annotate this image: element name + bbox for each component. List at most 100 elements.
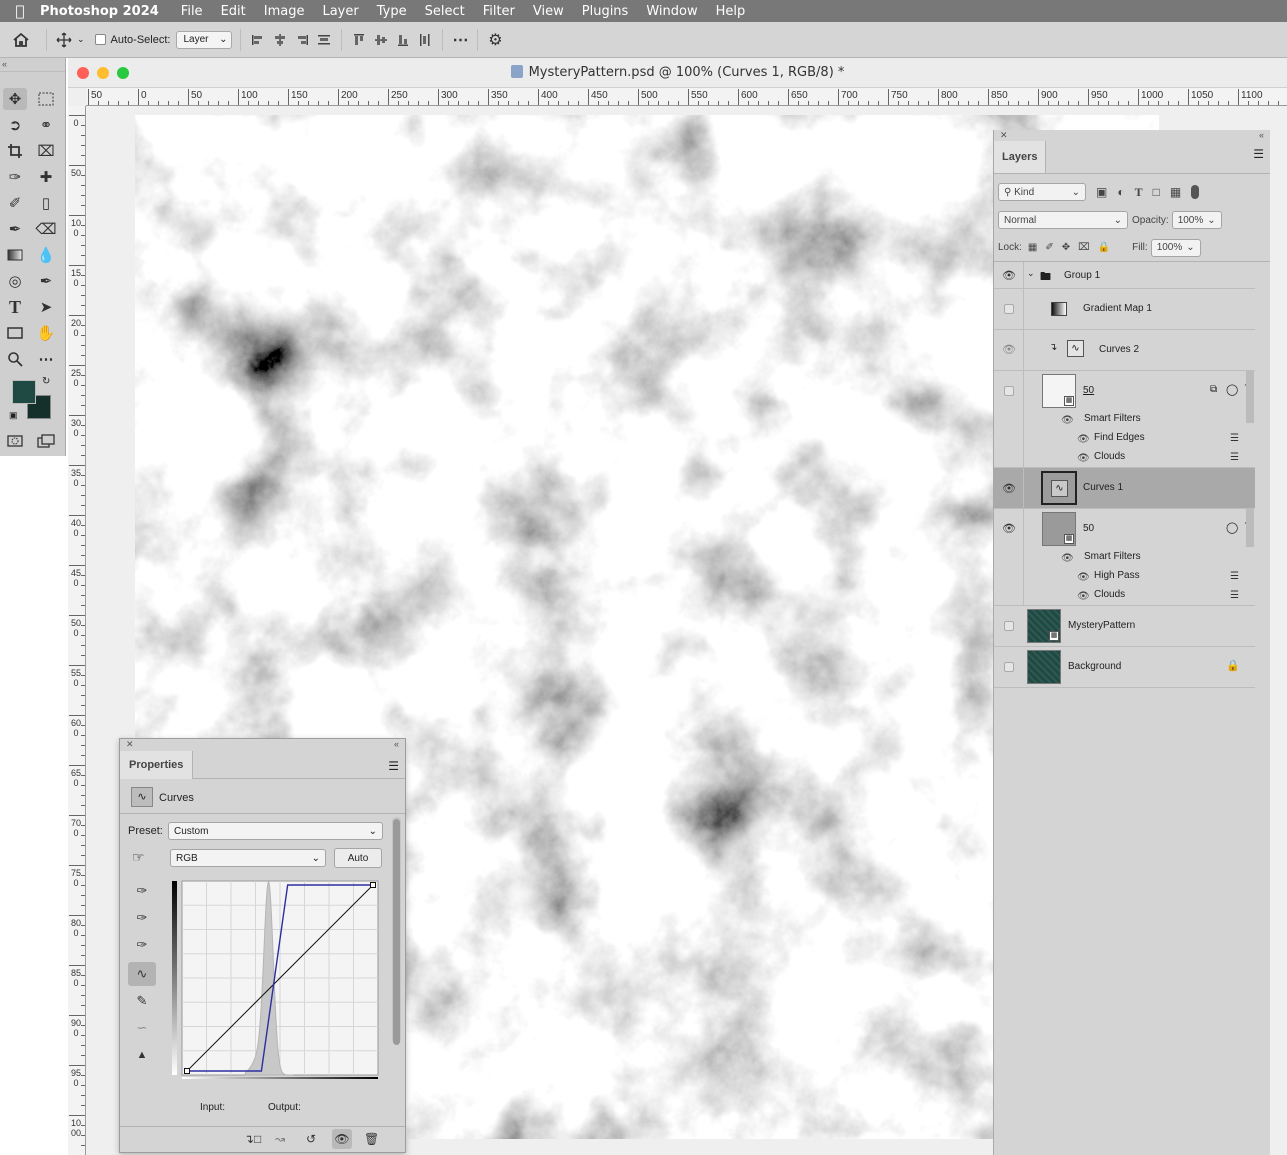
move-tool-icon[interactable]: ✥ — [3, 88, 27, 110]
vertical-ruler[interactable]: 0 50 100 150 200 250 300 350 400 450 500 550 600 650 7… — [68, 106, 86, 1155]
eye-icon[interactable]: 👁 — [332, 1129, 352, 1149]
crop-tool-icon[interactable] — [3, 140, 27, 162]
menu-layer[interactable]: Layer — [322, 4, 358, 19]
tab-layers[interactable]: Layers — [994, 141, 1047, 173]
swap-colors-icon[interactable]: ↻ — [42, 376, 50, 387]
distribute-v-icon[interactable] — [414, 29, 436, 51]
eye-icon[interactable]: 👁 — [1077, 591, 1090, 602]
blur-tool-icon[interactable]: 💧 — [34, 244, 58, 266]
default-colors-icon[interactable]: ▣ — [9, 410, 18, 421]
sliders-icon[interactable]: ☰ — [1230, 452, 1239, 463]
marquee-tool-icon[interactable] — [34, 88, 58, 110]
layer-gradient-map[interactable]: Gradient Map 1 — [994, 289, 1255, 330]
menu-file[interactable]: File — [181, 4, 203, 19]
sliders-icon[interactable]: ☰ — [1230, 433, 1239, 444]
menu-edit[interactable]: Edit — [221, 4, 246, 19]
eye-icon[interactable]: 👁 — [1001, 269, 1017, 282]
apple-icon[interactable]:  — [0, 2, 40, 20]
chevron-down-icon[interactable]: ⌄ — [1027, 268, 1035, 279]
menu-window[interactable]: Window — [646, 4, 697, 19]
brush-tool-icon[interactable]: ✐ — [3, 192, 27, 214]
type-filter-icon[interactable]: T — [1135, 185, 1143, 200]
frame-tool-icon[interactable]: ⌧ — [34, 140, 58, 162]
panel-menu-icon[interactable]: ☰ — [1253, 147, 1270, 173]
more-tools-icon[interactable]: ⋯ — [34, 348, 58, 370]
align-top-icon[interactable] — [348, 29, 370, 51]
panel-scrollbar[interactable] — [392, 817, 401, 1045]
opacity-field[interactable]: 100% ⌄ — [1171, 211, 1222, 229]
lasso-tool-icon[interactable]: ➲ — [3, 114, 27, 136]
menu-view[interactable]: View — [533, 4, 564, 19]
quick-selection-icon[interactable]: ⚭ — [34, 114, 58, 136]
menu-plugins[interactable]: Plugins — [582, 4, 629, 19]
healing-brush-icon[interactable]: ✚ — [34, 166, 58, 188]
close-panel-icon[interactable]: ✕ — [126, 739, 134, 751]
layer-smart-object-2[interactable]: 👁 ▦ 50 ◯ ⌃ 👁 Smart Filters 👁 High Pass ☰… — [994, 509, 1255, 606]
eye-icon[interactable]: 👁 — [1077, 434, 1090, 445]
menu-select[interactable]: Select — [425, 4, 465, 19]
hand-tool-icon[interactable]: ✋ — [34, 322, 58, 344]
app-name-menu[interactable]: Photoshop 2024 — [40, 4, 159, 19]
smooth-curve-icon[interactable]: ∽ — [128, 1016, 156, 1040]
panel-menu-icon[interactable]: ☰ — [388, 751, 405, 778]
path-selection-icon[interactable]: ➤ — [34, 296, 58, 318]
layer-curves-1-selected[interactable]: 👁 ∿ Curves 1 — [994, 468, 1255, 509]
align-middle-v-icon[interactable] — [370, 29, 392, 51]
adjustment-filter-icon[interactable]: ◐ — [1117, 185, 1124, 199]
panel-collapse-icon[interactable]: « — [0, 58, 65, 72]
gear-icon[interactable]: ⚙ — [484, 29, 506, 51]
sliders-icon[interactable]: ☰ — [1230, 571, 1239, 582]
pencil-draw-icon[interactable]: ✎ — [128, 989, 156, 1013]
align-bottom-icon[interactable] — [392, 29, 414, 51]
dodge-tool-icon[interactable]: ◎ — [3, 270, 27, 292]
lock-artboard-icon[interactable]: ⌧ — [1078, 242, 1090, 253]
history-brush-icon[interactable]: ✒ — [3, 218, 27, 240]
layer-background[interactable]: Background 🔒 — [994, 647, 1255, 688]
align-center-h-icon[interactable] — [269, 29, 291, 51]
menu-image[interactable]: Image — [264, 4, 305, 19]
menu-type[interactable]: Type — [377, 4, 407, 19]
collapse-panel-icon[interactable]: « — [1259, 130, 1264, 142]
blend-mode-dropdown[interactable]: Normal ⌄ — [998, 211, 1128, 229]
white-point-eyedropper-icon[interactable]: ✑ — [128, 933, 156, 957]
eye-icon[interactable]: 👁 — [1001, 522, 1017, 535]
eraser-tool-icon[interactable]: ⌫ — [34, 218, 58, 240]
black-point-eyedropper-icon[interactable]: ✑ — [128, 879, 156, 903]
auto-select-checkbox[interactable] — [94, 34, 106, 45]
lock-transparent-icon[interactable]: ▦ — [1028, 242, 1037, 253]
foreground-color-swatch[interactable] — [12, 380, 36, 404]
layer-mystery-pattern[interactable]: ▦ MysteryPattern — [994, 606, 1255, 647]
lock-all-icon[interactable]: 🔒 — [1098, 242, 1110, 253]
layer-curves-2[interactable]: 👁 ↴ ∿ Curves 2 — [994, 330, 1255, 371]
collapse-panel-icon[interactable]: « — [394, 739, 399, 751]
horizontal-ruler[interactable]: 50 0 50 100 150 200 250 300 350 400 450 500 550 600 65… — [86, 88, 1287, 106]
distribute-icon[interactable] — [313, 29, 335, 51]
sliders-icon[interactable]: ☰ — [1230, 590, 1239, 601]
more-options-icon[interactable]: ⋯ — [449, 29, 471, 51]
move-tool-icon[interactable] — [53, 29, 75, 51]
eye-icon[interactable]: 👁 — [1061, 415, 1074, 426]
screen-mode-icon[interactable] — [34, 430, 58, 452]
auto-button[interactable]: Auto — [334, 848, 382, 868]
eye-icon[interactable]: 👁 — [1001, 482, 1017, 495]
gradient-tool-icon[interactable] — [3, 244, 27, 266]
visibility-toggle[interactable] — [1004, 304, 1014, 314]
eye-icon[interactable]: 👁 — [1077, 572, 1090, 583]
layer-smart-object-1[interactable]: ▦ 50 ⧉ ◯ ⌃ 👁 Smart Filters 👁 Find Edges … — [994, 371, 1255, 468]
eyedropper-tool-icon[interactable]: ✑ — [3, 166, 27, 188]
eye-icon[interactable]: 👁 — [1061, 553, 1074, 564]
align-right-icon[interactable] — [291, 29, 313, 51]
align-left-icon[interactable] — [247, 29, 269, 51]
eye-icon[interactable]: 👁 — [1077, 453, 1090, 464]
pixel-filter-icon[interactable]: ▣ — [1096, 185, 1107, 199]
type-tool-icon[interactable]: T — [3, 296, 27, 318]
filter-toggle-switch[interactable] — [1191, 185, 1200, 199]
lock-pixels-icon[interactable]: ✐ — [1045, 242, 1053, 253]
visibility-toggle[interactable] — [1004, 662, 1014, 672]
preset-dropdown[interactable]: Custom ⌄ — [168, 822, 383, 840]
zoom-tool-icon[interactable] — [3, 348, 27, 370]
clipping-warning-icon[interactable]: ▲ — [128, 1043, 156, 1067]
kind-filter-dropdown[interactable]: ⚲ Kind ⌄ — [998, 183, 1086, 201]
trash-icon[interactable]: 🗑 — [364, 1132, 379, 1146]
view-previous-icon[interactable]: ↝ — [275, 1132, 285, 1146]
